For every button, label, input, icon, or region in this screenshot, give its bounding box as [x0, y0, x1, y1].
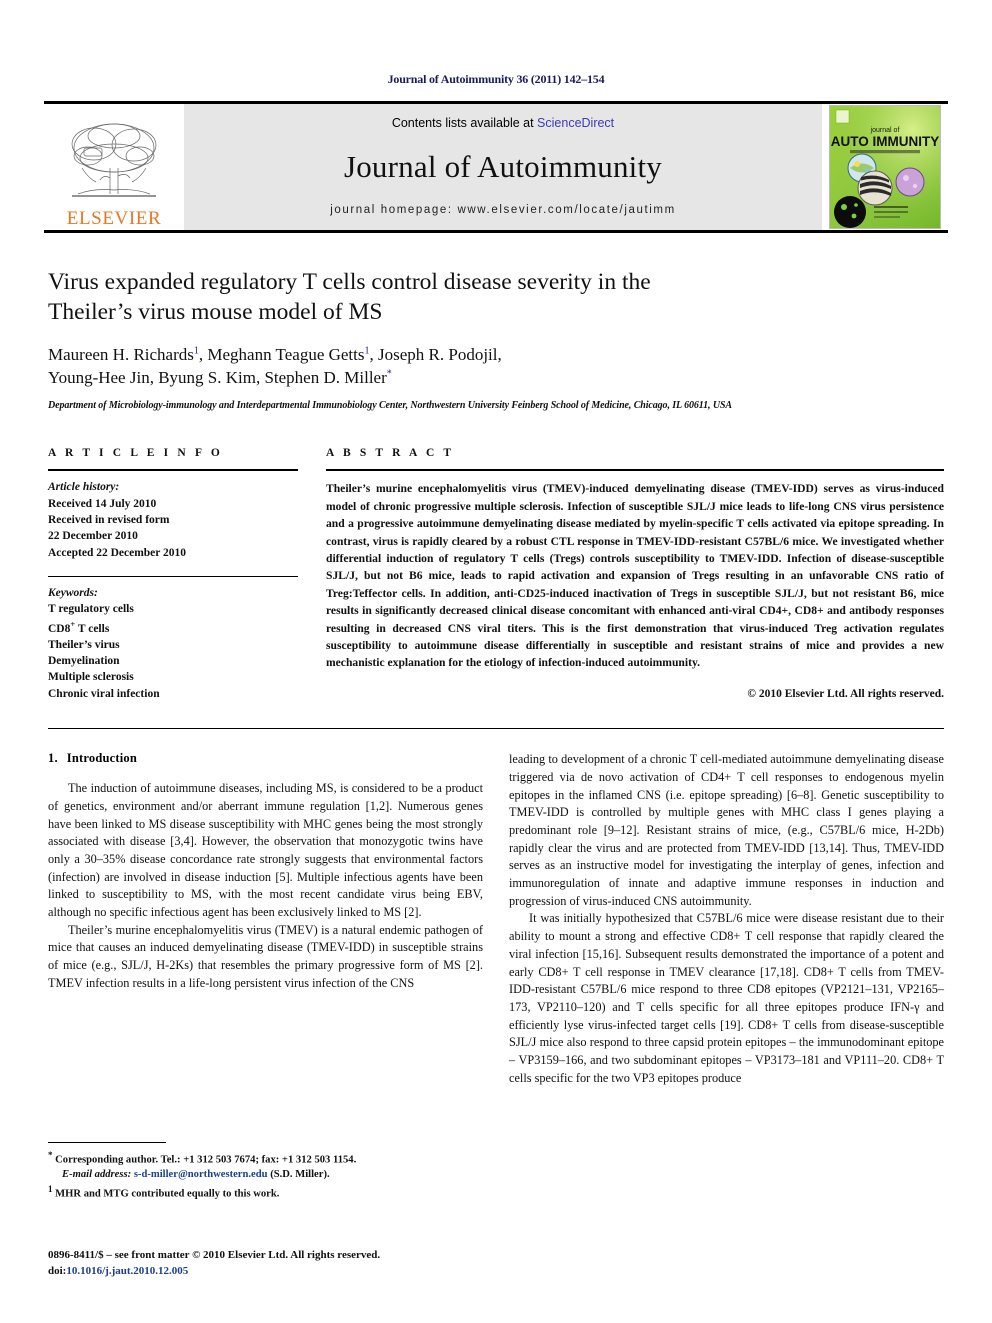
journal-title: Journal of Autoimmunity [343, 149, 663, 184]
email-link[interactable]: s-d-miller@northwestern.edu [134, 1169, 268, 1180]
footnote-rule [48, 1142, 166, 1143]
keyword-item: Chronic viral infection [48, 687, 160, 700]
keyword-item: Multiple sclerosis [48, 671, 134, 684]
footnote-corresponding-text: Corresponding author. Tel.: +1 312 503 7… [55, 1154, 357, 1166]
journal-cover-image: journal of AUTO IMMUNITY [829, 105, 941, 229]
keyword-item-cd8: CD8+ T cells [48, 618, 298, 637]
footnote-corresponding-author: * Corresponding author. Tel.: +1 312 503… [48, 1149, 478, 1168]
paper-title-line-1: Virus expanded regulatory T cells contro… [48, 269, 651, 295]
history-received: Received 14 July 2010 [48, 497, 157, 510]
body-column-left: 1. Introduction The induction of autoimmu… [48, 751, 483, 1087]
info-abstract-row: A R T I C L E I N F O Article history: R… [48, 447, 944, 702]
imprint-issn-line: 0896-8411/$ – see front matter © 2010 El… [48, 1249, 381, 1261]
paragraph: The induction of autoimmune diseases, in… [48, 781, 483, 920]
article-info-heading: A R T I C L E I N F O [48, 447, 223, 460]
footnote-mark-one: 1 [48, 1183, 53, 1194]
doi-label: doi: [48, 1264, 67, 1277]
corresponding-author-mark[interactable]: * [387, 369, 392, 380]
keyword-cd8-base: CD8 [48, 622, 71, 635]
journal-homepage-link[interactable]: journal homepage: www.elsevier.com/locat… [330, 204, 676, 216]
footnote-email-line: E-mail address: s-d-miller@northwestern.… [48, 1168, 478, 1183]
section-number: 1. [48, 751, 58, 766]
paper-title-line-2: Theiler’s virus mouse model of MS [48, 299, 383, 326]
paragraph: leading to development of a chronic T ce… [509, 752, 944, 908]
abstract-text: Theiler’s murine encephalomyelitis virus… [326, 482, 944, 670]
author-podojil: , Joseph R. Podojil, [369, 345, 502, 365]
section-title: Introduction [66, 751, 138, 766]
footnote-block: * Corresponding author. Tel.: +1 312 503… [48, 1142, 478, 1202]
journal-masthead: ELSEVIER Contents lists available at Sci… [44, 101, 948, 233]
article-info-column: A R T I C L E I N F O Article history: R… [48, 447, 298, 702]
keyword-item: T regulatory cells [48, 603, 134, 616]
sciencedirect-link[interactable]: ScienceDirect [537, 116, 614, 130]
imprint-block: 0896-8411/$ – see front matter © 2010 El… [48, 1248, 380, 1279]
footnote-equal-contribution: 1 MHR and MTG contributed equally to thi… [48, 1183, 478, 1202]
svg-text:journal of: journal of [870, 127, 900, 134]
svg-text:AUTO IMMUNITY: AUTO IMMUNITY [831, 134, 940, 149]
contents-available-line: Contents lists available at ScienceDirec… [392, 116, 614, 130]
title-block: Virus expanded regulatory T cells contro… [48, 267, 944, 411]
author-list: Maureen H. Richards1, Meghann Teague Get… [48, 343, 944, 389]
article-history-label: Article history: [48, 481, 120, 494]
author-line-2: Young-Hee Jin, Byung S. Kim, Stephen D. … [48, 368, 387, 388]
contents-prefix: Contents lists available at [391, 116, 538, 130]
body-divider-rule [48, 728, 944, 730]
abstract-heading: A B S T R A C T [326, 447, 455, 460]
page-title: Virus expanded regulatory T cells contro… [48, 267, 944, 327]
paragraph: Theiler’s murine encephalomyelitis virus… [48, 922, 483, 990]
history-accepted: Accepted 22 December 2010 [48, 546, 187, 559]
history-revised-form: Received in revised form [48, 514, 170, 527]
elsevier-logo: ELSEVIER [44, 104, 184, 230]
running-head: Journal of Autoimmunity 36 (2011) 142–15… [387, 72, 605, 86]
keywords-rule [48, 576, 298, 578]
journal-cover-thumbnail: journal of AUTO IMMUNITY [822, 104, 948, 230]
article-history: Article history: Received 14 July 2010 R… [48, 479, 298, 561]
keyword-item: Demyelination [48, 655, 120, 668]
abstract-rule [326, 469, 944, 472]
keywords-block: Keywords: T regulatory cells CD8+ T cell… [48, 585, 298, 702]
elsevier-tree-icon [71, 123, 157, 197]
keyword-item: Theiler’s virus [48, 638, 120, 651]
email-label: E-mail address: [62, 1169, 132, 1181]
body-column-right: leading to development of a chronic T ce… [509, 751, 944, 1087]
elsevier-wordmark: ELSEVIER [66, 208, 162, 229]
article-info-rule [48, 469, 298, 472]
body-columns: 1. Introduction The induction of autoimmu… [48, 751, 944, 1087]
keywords-label: Keywords: [48, 587, 98, 600]
section-heading-introduction: 1. Introduction [48, 751, 483, 766]
email-owner: (S.D. Miller). [270, 1169, 330, 1181]
journal-banner: Contents lists available at ScienceDirec… [184, 104, 822, 230]
doi-link[interactable]: 10.1016/j.jaut.2010.12.005 [66, 1265, 188, 1277]
abstract-column: A B S T R A C T Theiler’s murine encepha… [326, 447, 944, 702]
keyword-cd8-tail: T cells [75, 622, 110, 635]
footnote-equal-text: MHR and MTG contributed equally to this … [55, 1188, 280, 1200]
author-getts: , Meghann Teague Getts [198, 345, 365, 365]
paragraph: It was initially hypothesized that C57BL… [509, 911, 944, 1085]
author-richards: Maureen H. Richards [48, 345, 194, 365]
footnote-mark-star: * [48, 1150, 53, 1160]
imprint-doi-line: doi:10.1016/j.jaut.2010.12.005 [48, 1264, 380, 1280]
history-revised-date: 22 December 2010 [48, 530, 138, 543]
affiliation: Department of Microbiology-immunology an… [48, 400, 732, 412]
abstract-copyright: © 2010 Elsevier Ltd. All rights reserved… [747, 687, 944, 700]
